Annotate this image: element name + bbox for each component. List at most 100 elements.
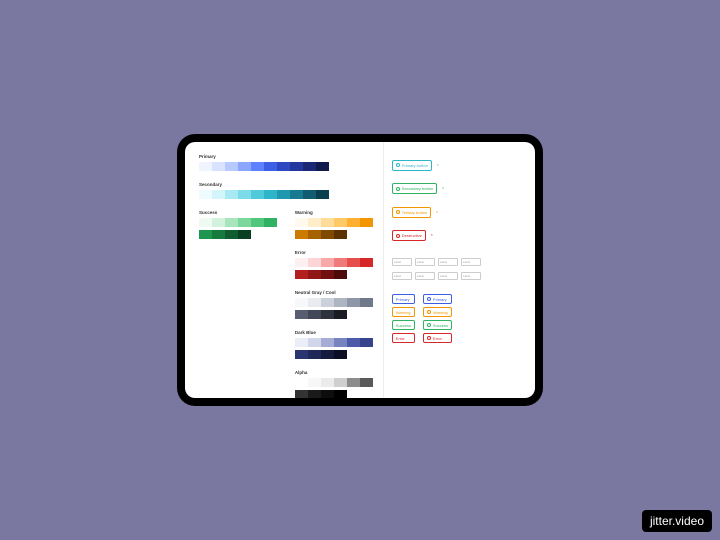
swatch[interactable] <box>316 190 329 199</box>
swatch[interactable] <box>316 162 329 171</box>
component-button[interactable]: Tertiary button× <box>392 207 431 218</box>
text-input[interactable]: Label <box>392 272 412 280</box>
component-button[interactable]: Destructive× <box>392 230 426 241</box>
swatch[interactable] <box>321 390 334 398</box>
swatch[interactable] <box>295 350 308 359</box>
swatch[interactable] <box>308 338 321 347</box>
swatch[interactable] <box>251 218 264 227</box>
swatch[interactable] <box>334 350 347 359</box>
text-input[interactable]: Label <box>415 272 435 280</box>
swatch[interactable] <box>347 338 360 347</box>
swatch[interactable] <box>277 162 290 171</box>
swatch[interactable] <box>334 218 347 227</box>
swatch[interactable] <box>295 310 308 319</box>
badge[interactable]: Primary <box>392 294 415 304</box>
swatch[interactable] <box>295 390 308 398</box>
swatch[interactable] <box>308 310 321 319</box>
text-input[interactable]: Label <box>392 258 412 266</box>
swatch[interactable] <box>360 338 373 347</box>
badge[interactable]: Warning <box>423 307 452 317</box>
swatch[interactable] <box>321 218 334 227</box>
swatch[interactable] <box>199 162 212 171</box>
swatch[interactable] <box>295 270 308 279</box>
swatch[interactable] <box>347 258 360 267</box>
swatch[interactable] <box>308 218 321 227</box>
swatch[interactable] <box>295 378 308 387</box>
swatch[interactable] <box>238 218 251 227</box>
swatch[interactable] <box>360 258 373 267</box>
swatch[interactable] <box>360 378 373 387</box>
text-input[interactable]: Label <box>415 258 435 266</box>
swatch[interactable] <box>347 378 360 387</box>
swatch[interactable] <box>347 218 360 227</box>
text-input[interactable]: Label <box>461 272 481 280</box>
swatch[interactable] <box>308 350 321 359</box>
swatch[interactable] <box>225 218 238 227</box>
close-icon[interactable]: × <box>442 185 444 190</box>
swatch[interactable] <box>308 258 321 267</box>
swatch[interactable] <box>199 190 212 199</box>
swatch[interactable] <box>225 230 238 239</box>
text-input[interactable]: Label <box>461 258 481 266</box>
swatch[interactable] <box>295 230 308 239</box>
swatch[interactable] <box>321 270 334 279</box>
swatch[interactable] <box>321 310 334 319</box>
swatch[interactable] <box>238 190 251 199</box>
swatch[interactable] <box>334 378 347 387</box>
swatch[interactable] <box>308 390 321 398</box>
swatch[interactable] <box>303 190 316 199</box>
swatch[interactable] <box>347 298 360 307</box>
swatch[interactable] <box>334 230 347 239</box>
swatch[interactable] <box>277 190 290 199</box>
swatch[interactable] <box>334 270 347 279</box>
badge[interactable]: Success <box>392 320 415 330</box>
swatch[interactable] <box>308 270 321 279</box>
text-input[interactable]: Label <box>438 258 458 266</box>
swatch[interactable] <box>238 162 251 171</box>
swatch[interactable] <box>334 310 347 319</box>
swatch[interactable] <box>212 162 225 171</box>
swatch[interactable] <box>295 218 308 227</box>
swatch[interactable] <box>212 230 225 239</box>
badge[interactable]: Primary <box>423 294 452 304</box>
swatch[interactable] <box>321 258 334 267</box>
swatch[interactable] <box>290 190 303 199</box>
close-icon[interactable]: × <box>436 162 438 167</box>
swatch[interactable] <box>238 230 251 239</box>
swatch[interactable] <box>295 298 308 307</box>
swatch[interactable] <box>360 218 373 227</box>
text-input[interactable]: Label <box>438 272 458 280</box>
swatch[interactable] <box>225 162 238 171</box>
swatch[interactable] <box>264 218 277 227</box>
swatch[interactable] <box>295 258 308 267</box>
swatch[interactable] <box>334 298 347 307</box>
swatch[interactable] <box>212 218 225 227</box>
swatch[interactable] <box>321 298 334 307</box>
swatch[interactable] <box>264 162 277 171</box>
swatch[interactable] <box>321 230 334 239</box>
swatch[interactable] <box>199 230 212 239</box>
swatch[interactable] <box>264 190 277 199</box>
swatch[interactable] <box>334 338 347 347</box>
close-icon[interactable]: × <box>436 209 438 214</box>
swatch[interactable] <box>251 162 264 171</box>
swatch[interactable] <box>303 162 316 171</box>
swatch[interactable] <box>251 190 264 199</box>
swatch[interactable] <box>290 162 303 171</box>
swatch[interactable] <box>308 378 321 387</box>
component-button[interactable]: Secondary button× <box>392 183 437 194</box>
swatch[interactable] <box>334 390 347 398</box>
close-icon[interactable]: × <box>430 232 432 237</box>
badge[interactable]: Error <box>423 333 452 343</box>
swatch[interactable] <box>199 218 212 227</box>
swatch[interactable] <box>321 350 334 359</box>
badge[interactable]: Error <box>392 333 415 343</box>
swatch[interactable] <box>225 190 238 199</box>
swatch[interactable] <box>308 298 321 307</box>
badge[interactable]: Success <box>423 320 452 330</box>
swatch[interactable] <box>334 258 347 267</box>
swatch[interactable] <box>321 378 334 387</box>
swatch[interactable] <box>212 190 225 199</box>
swatch[interactable] <box>360 298 373 307</box>
badge[interactable]: Warning <box>392 307 415 317</box>
